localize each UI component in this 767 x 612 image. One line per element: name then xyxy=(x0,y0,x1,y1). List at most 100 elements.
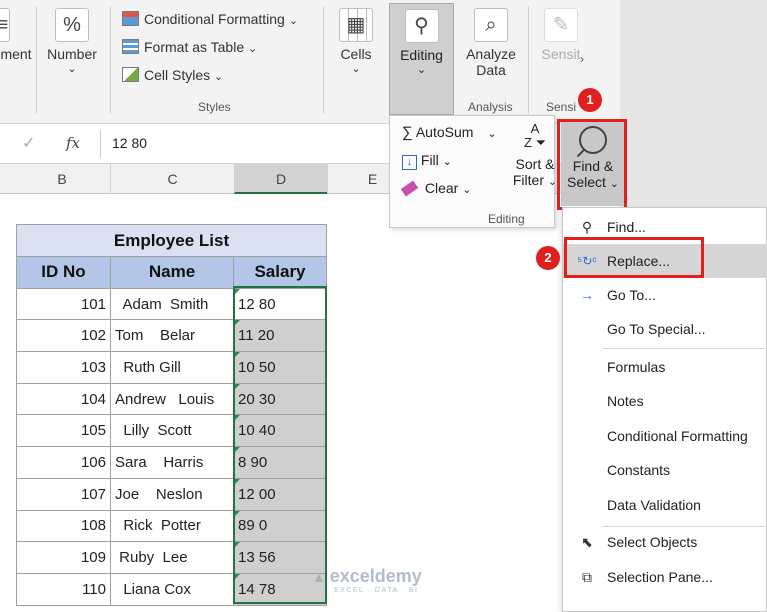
salary-cell[interactable]: 12 80 xyxy=(233,287,327,321)
chevron-down-icon: ⌄ xyxy=(487,128,497,140)
table-row: 102 Tom Belar 11 20 xyxy=(16,319,327,353)
sensitivity-group-label: Sensi xyxy=(546,100,577,114)
autosum-button[interactable]: ∑ AutoSum ⌄ xyxy=(402,124,497,141)
column-header-c[interactable]: C xyxy=(110,164,234,194)
number-label: Number xyxy=(47,46,97,62)
table-row: 110 Liana Cox 14 78 xyxy=(16,572,327,606)
divider xyxy=(323,6,324,114)
id-cell[interactable]: 102 xyxy=(16,319,111,353)
id-cell[interactable]: 104 xyxy=(16,382,111,416)
id-cell[interactable]: 106 xyxy=(16,446,111,479)
name-cell[interactable]: Sara Harris xyxy=(110,446,234,479)
alignment-icon: ≡ xyxy=(0,8,10,42)
conditional-formatting-button[interactable]: Conditional Formatting ⌄ xyxy=(122,11,298,27)
name-cell[interactable]: Liana Cox xyxy=(110,572,234,606)
menu-item-conditional-formatting[interactable]: Conditional Formatting xyxy=(563,419,767,453)
menu-item-replace[interactable]: ⁵↻ᶜ Replace... xyxy=(563,244,767,278)
menu-item-notes[interactable]: Notes xyxy=(563,384,767,418)
fill-button[interactable]: ↓ Fill ⌄ xyxy=(402,152,452,170)
styles-group-label: Styles xyxy=(198,100,231,114)
menu-item-constants[interactable]: Constants xyxy=(563,453,767,487)
cursor-icon: ⬉ xyxy=(581,534,593,550)
id-cell[interactable]: 107 xyxy=(16,477,111,511)
eraser-icon xyxy=(400,180,419,197)
divider xyxy=(110,6,111,114)
name-cell[interactable]: Andrew Louis xyxy=(110,382,234,416)
editing-button[interactable]: ⚲ Editing ⌄ xyxy=(389,3,454,115)
menu-item-go-to[interactable]: → Go To... xyxy=(563,278,767,312)
menu-item-selection-pane[interactable]: ⧉ Selection Pane... xyxy=(563,560,767,594)
table-row: 107 Joe Neslon 12 00 xyxy=(16,477,327,511)
analysis-group-label: Analysis xyxy=(468,100,513,114)
header-salary[interactable]: Salary xyxy=(233,256,327,289)
cells-button[interactable]: ▦ Cells ⌄ xyxy=(328,8,384,75)
editing-panel: ∑ AutoSum ⌄ ↓ Fill ⌄ Clear ⌄ AZ ⏷ Sort &… xyxy=(389,115,557,228)
search-icon: ⚲ xyxy=(404,9,439,43)
sort-filter-icon: AZ ⏷ xyxy=(524,121,546,150)
salary-cell[interactable]: 8 90 xyxy=(233,446,327,479)
name-cell[interactable]: Ruth Gill xyxy=(110,351,234,384)
function-icon[interactable]: fx xyxy=(66,134,80,152)
employee-table: Employee List ID No Name Salary 101 Adam… xyxy=(16,224,327,606)
analyze-data-button[interactable]: ⌕ Analyze Data xyxy=(460,8,522,78)
column-header-d[interactable]: D xyxy=(234,164,327,194)
salary-cell[interactable]: 10 50 xyxy=(233,351,327,384)
table-row: 103 Ruth Gill 10 50 xyxy=(16,351,327,384)
id-cell[interactable]: 105 xyxy=(16,414,111,448)
menu-item-data-validation[interactable]: Data Validation xyxy=(563,488,767,522)
step-badge-2: 2 xyxy=(536,246,560,270)
editing-label: Editing xyxy=(400,47,443,63)
alignment-button[interactable]: ≡ ment xyxy=(0,8,36,62)
salary-cell[interactable]: 20 30 xyxy=(233,382,327,416)
id-cell[interactable]: 109 xyxy=(16,541,111,574)
id-cell[interactable]: 108 xyxy=(16,509,111,543)
salary-cell[interactable]: 12 00 xyxy=(233,477,327,511)
format-as-table-button[interactable]: Format as Table ⌄ xyxy=(122,39,257,55)
formula-divider xyxy=(100,130,101,158)
header-id-no[interactable]: ID No xyxy=(16,256,111,289)
menu-item-select-objects[interactable]: ⬉ Select Objects xyxy=(563,525,767,559)
selection-pane-icon: ⧉ xyxy=(582,569,592,585)
id-cell[interactable]: 101 xyxy=(16,287,111,321)
column-header-b[interactable]: B xyxy=(14,164,110,194)
salary-cell[interactable]: 89 0 xyxy=(233,509,327,543)
name-cell[interactable]: Tom Belar xyxy=(110,319,234,353)
cell-styles-button[interactable]: Cell Styles ⌄ xyxy=(122,67,223,83)
name-cell[interactable]: Rick Potter xyxy=(110,509,234,543)
table-title[interactable]: Employee List xyxy=(16,224,327,257)
search-icon xyxy=(576,126,607,158)
chevron-down-icon: ⌄ xyxy=(462,184,472,196)
name-cell[interactable]: Joe Neslon xyxy=(110,477,234,511)
menu-item-formulas[interactable]: Formulas xyxy=(563,350,767,384)
name-cell[interactable]: Ruby Lee xyxy=(110,541,234,574)
menu-item-find[interactable]: ⚲ Find... xyxy=(563,210,767,244)
id-cell[interactable]: 103 xyxy=(16,351,111,384)
sort-filter-button[interactable]: AZ ⏷ Sort & Filter ⌄ xyxy=(510,121,560,189)
sensitivity-button[interactable]: ✎ Sensit xyxy=(536,8,586,62)
salary-cell[interactable]: 11 20 xyxy=(233,319,327,353)
menu-item-go-to-special[interactable]: Go To Special... xyxy=(563,312,767,346)
step-badge-1: 1 xyxy=(578,88,602,112)
salary-cell[interactable]: 10 40 xyxy=(233,414,327,448)
chevron-right-icon[interactable]: › xyxy=(580,52,584,66)
table-row: 105 Lilly Scott 10 40 xyxy=(16,414,327,448)
name-cell[interactable]: Lilly Scott xyxy=(110,414,234,448)
find-select-button[interactable]: Find & Select ⌄ xyxy=(561,120,625,206)
name-cell[interactable]: Adam Smith xyxy=(110,287,234,321)
cell-styles-icon xyxy=(122,67,139,82)
editing-group-label: Editing xyxy=(488,212,525,226)
table-row: 109 Ruby Lee 13 56 xyxy=(16,541,327,574)
enter-check-icon[interactable]: ✓ xyxy=(22,133,35,153)
number-button[interactable]: % Number ⌄ xyxy=(42,8,102,75)
chevron-down-icon: ⌄ xyxy=(609,178,620,190)
table-row: 108 Rick Potter 89 0 xyxy=(16,509,327,543)
header-name[interactable]: Name xyxy=(110,256,234,289)
id-cell[interactable]: 110 xyxy=(16,572,111,606)
clear-button[interactable]: Clear ⌄ xyxy=(400,180,472,197)
chevron-down-icon: ⌄ xyxy=(248,43,258,55)
format-as-table-icon xyxy=(122,39,139,54)
cells-label: Cells xyxy=(340,46,372,62)
divider xyxy=(36,6,37,114)
formula-input[interactable]: 12 80 xyxy=(112,135,147,151)
table-row: 101 Adam Smith 12 80 xyxy=(16,287,327,321)
